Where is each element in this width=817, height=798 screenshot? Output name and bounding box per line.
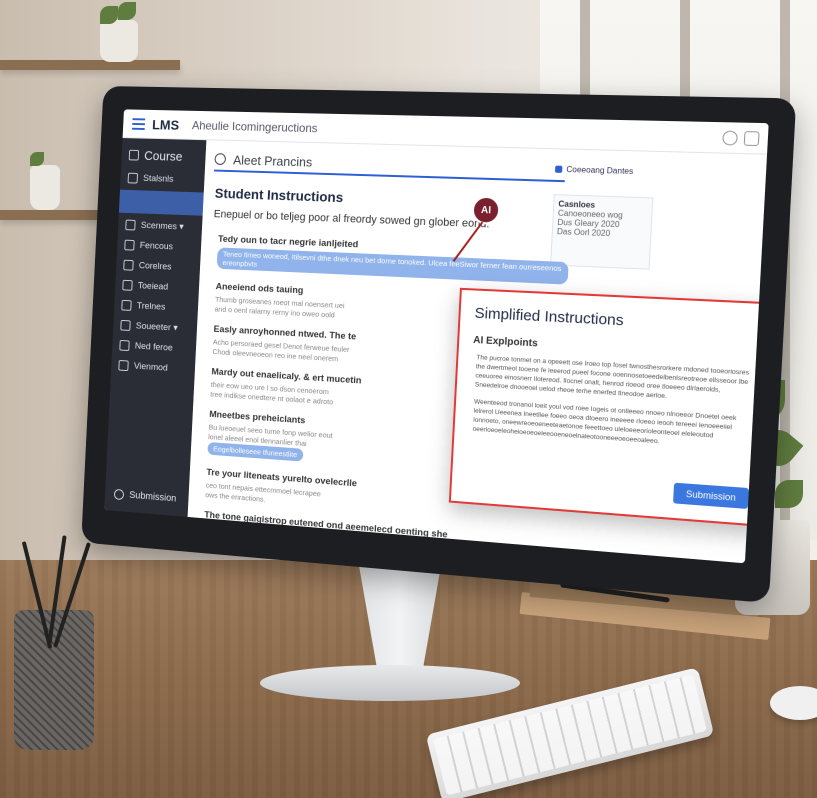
monitor-stand-base <box>260 665 520 701</box>
menu-icon[interactable] <box>132 117 146 130</box>
search-text: Aleet Prancins <box>232 152 313 170</box>
grid-icon <box>124 239 135 251</box>
sidebar-item-9[interactable]: Vienmod <box>111 355 196 380</box>
tab-icon <box>554 165 563 173</box>
plant-leaf <box>30 152 44 166</box>
home-icon <box>128 149 140 161</box>
pencil-cup <box>14 610 94 750</box>
shelf-plant-pot <box>30 165 60 210</box>
modal-body: The pucroe tonmet on a opeeett ose Iroeo… <box>472 353 758 461</box>
tab-chip[interactable]: Coeeoang Dantes <box>554 162 660 179</box>
sidebar-submission[interactable]: Submission <box>113 488 177 504</box>
plant-leaf <box>100 6 118 24</box>
home-icon <box>127 172 138 184</box>
search-icon <box>214 153 227 166</box>
plant-leaf <box>118 2 136 20</box>
main-content: Aleet Prancins Coeeoang Dantes Casnloes … <box>187 140 769 564</box>
sidebar-item-active[interactable] <box>118 189 204 216</box>
user-icon[interactable] <box>743 131 760 147</box>
globe-icon <box>122 279 133 291</box>
submission-button[interactable]: Submission <box>672 482 749 509</box>
sidebar-title[interactable]: Course <box>121 138 206 170</box>
submit-icon <box>113 488 125 501</box>
wall-shelf <box>0 60 180 70</box>
lms-screen: LMS Aheulie Icomingeructions Course Stal… <box>104 109 769 564</box>
brand-logo: LMS <box>151 116 180 133</box>
simplified-instructions-modal: AI Simplified Instructions AI Explpoints… <box>448 287 769 528</box>
modal-subtitle: AI Explpoints <box>472 334 538 350</box>
modal-paragraph: The pucroe tonmet on a opeeett ose Iroeo… <box>474 354 750 401</box>
monitor: LMS Aheulie Icomingeructions Course Stal… <box>81 86 797 604</box>
page-heading: Aheulie Icomingeructions <box>191 118 318 135</box>
search-bar[interactable]: Aleet Prancins <box>214 148 566 183</box>
modal-title: Simplified Instructions <box>474 304 625 330</box>
ai-icon: AI <box>765 291 769 314</box>
sidebar-item-0[interactable]: Stalsnls <box>120 168 205 191</box>
shelf-plant-pot <box>100 20 138 62</box>
modal-paragraph: Weenteeod tronanol loeit youl vod roee I… <box>472 398 737 446</box>
star-icon <box>118 359 129 372</box>
settings-icon[interactable] <box>722 130 738 146</box>
photo-scene: LMS Aheulie Icomingeructions Course Stal… <box>0 0 817 798</box>
page-title: Student Instructions <box>214 185 344 206</box>
gear-icon <box>125 219 136 231</box>
grid-icon <box>123 259 134 271</box>
gear-icon <box>120 319 131 331</box>
warning-icon <box>119 339 130 352</box>
grid-icon <box>121 299 132 311</box>
list-item: Tedy oun to tacr negrie ianljeited Teneo… <box>216 234 569 288</box>
plant-leaf <box>775 480 803 508</box>
